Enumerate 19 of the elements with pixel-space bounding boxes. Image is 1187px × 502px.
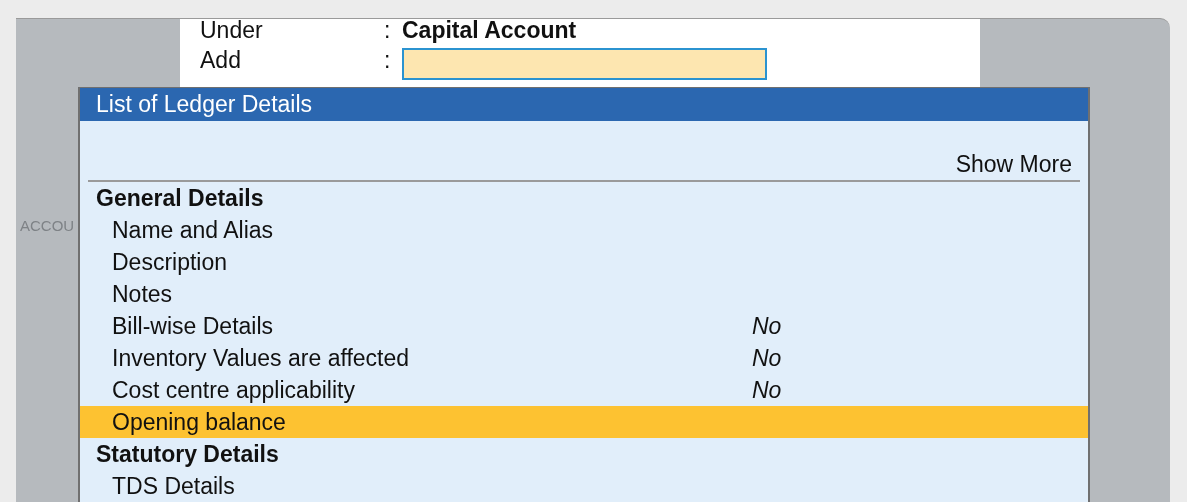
list-item[interactable]: Name and Alias xyxy=(80,214,1088,246)
list-item[interactable]: Inventory Values are affected No xyxy=(80,342,1088,374)
popup-title: List of Ledger Details xyxy=(80,88,1088,121)
field-separator: : xyxy=(384,46,392,74)
section-heading: General Details xyxy=(95,183,265,213)
input-field[interactable] xyxy=(402,48,767,80)
list-item[interactable]: Description xyxy=(80,246,1088,278)
field-label: Add xyxy=(200,46,242,74)
background-label: ACCOU xyxy=(19,217,75,234)
list-item[interactable]: Cost centre applicability No xyxy=(80,374,1088,406)
field-label: Under xyxy=(200,16,264,44)
section-heading: Statutory Details xyxy=(95,439,280,469)
show-more-link[interactable]: Show More xyxy=(955,151,1072,178)
field-separator: : xyxy=(384,16,392,44)
list-item[interactable]: Bill-wise Details No xyxy=(80,310,1088,342)
list-item[interactable]: Opening balance xyxy=(80,406,1088,438)
list-item[interactable]: Notes xyxy=(80,278,1088,310)
list-item[interactable]: TDS Details xyxy=(80,470,1088,502)
field-value: Capital Account xyxy=(402,16,577,44)
